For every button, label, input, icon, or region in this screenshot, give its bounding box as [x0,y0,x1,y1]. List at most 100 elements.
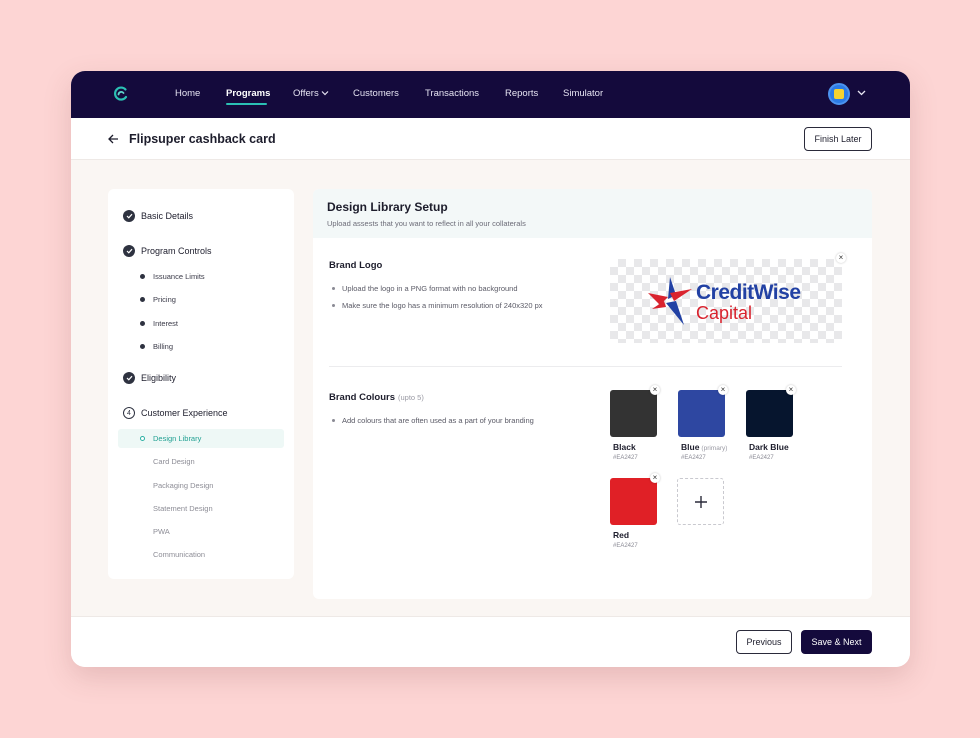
brand-colours-title: Brand Colours (upto 5) [329,392,424,403]
page-title: Flipsuper cashback card [129,132,276,146]
bullet-dot-icon [140,320,145,326]
step-program-controls[interactable]: Program Controls [123,244,212,258]
step-number-badge: 4 [123,407,135,419]
substep-card-design[interactable]: Card Design [140,455,195,467]
substep-design-library[interactable]: Design Library [140,432,201,444]
substep-packaging-design[interactable]: Packaging Design [140,479,213,491]
nav-customers[interactable]: Customers [353,88,399,99]
brand-logo-preview[interactable]: CreditWise Capital [610,259,842,343]
brand-colours-title-text: Brand Colours [329,392,395,403]
top-nav: Home Programs Offers Customers Transacti… [71,71,910,118]
substep-pwa[interactable]: PWA [140,525,170,537]
substep-label: Billing [153,341,174,351]
active-circle-icon [140,435,145,441]
substep-label: Issuance Limits [153,271,205,281]
substep-label: Statement Design [153,503,213,513]
swatch-blue[interactable] [678,390,725,437]
step-label: Eligibility [141,373,177,383]
remove-swatch-close-icon[interactable]: × [650,473,660,483]
nav-transactions[interactable]: Transactions [425,88,479,99]
plus-icon [694,495,707,508]
brand-colours-hint: (upto 5) [397,393,424,402]
step-customer-experience[interactable]: 4 Customer Experience [123,406,228,420]
bullet-dot-icon [140,506,145,511]
swatch-hex: #EA2427 [613,455,638,461]
swatch-name: Red [613,530,630,540]
bullet-dot-icon [140,529,145,534]
step-basic-details[interactable]: Basic Details [123,209,193,223]
substep-statement-design[interactable]: Statement Design [140,502,213,514]
substep-label: Interest [153,318,179,328]
finish-later-button[interactable]: Finish Later [804,127,872,151]
brand-logo-bullet: Upload the logo in a PNG format with no … [332,284,518,293]
panel-title: Design Library Setup [327,200,448,214]
design-library-panel: Design Library Setup Upload assests that… [313,189,872,599]
bullet-dot-icon [140,343,145,349]
check-circle-icon [123,210,135,222]
bullet-dot-icon [140,459,145,464]
substep-label: PWA [153,526,170,536]
panel-header: Design Library Setup Upload assests that… [313,189,872,238]
swatch-name-text: Blue [681,442,700,452]
previous-button[interactable]: Previous [736,630,792,654]
swatch-name: Black [613,442,636,452]
nav-home[interactable]: Home [175,88,200,99]
page-footer: Previous Save & Next [71,616,910,667]
nav-offers[interactable]: Offers [293,88,329,99]
swatch-name: Dark Blue [749,442,789,452]
step-label: Program Controls [141,246,212,256]
swirl-logo-icon[interactable] [112,85,130,103]
nav-programs[interactable]: Programs [226,88,270,99]
swatch-name: Blue (primary) [681,442,727,452]
substep-interest[interactable]: Interest [140,317,178,329]
remove-logo-close-icon[interactable]: × [836,253,846,263]
nav-reports[interactable]: Reports [505,88,538,99]
brand-logo-title: Brand Logo [329,260,383,271]
remove-swatch-close-icon[interactable]: × [786,385,796,395]
back-arrow-icon[interactable] [108,134,119,144]
swatch-hex: #EA2427 [749,455,774,461]
substep-communication[interactable]: Communication [140,548,205,560]
bullet-dot-icon [140,483,145,488]
panel-subtitle: Upload assests that you want to reflect … [327,219,526,228]
flipkart-avatar-icon [834,89,844,99]
logo-wordmark: CreditWise [696,281,801,304]
remove-swatch-close-icon[interactable]: × [650,385,660,395]
substep-label: Pricing [153,294,176,304]
swatch-hex: #EA2427 [681,455,706,461]
app-window: Home Programs Offers Customers Transacti… [71,71,910,667]
bullet-dot-icon [140,273,145,279]
creditwise-star-icon [648,277,692,325]
swatch-dark-blue[interactable] [746,390,793,437]
substep-label: Design Library [153,433,202,443]
substep-pricing[interactable]: Pricing [140,293,176,305]
brand-logo-bullet: Make sure the logo has a minimum resolut… [332,301,543,310]
substep-label: Card Design [153,456,195,466]
nav-active-indicator [226,103,267,105]
step-eligibility[interactable]: Eligibility [123,371,176,385]
bullet-dot-icon [140,552,145,557]
swatch-primary-hint: (primary) [701,445,728,452]
substep-label: Communication [153,549,206,559]
swatch-hex: #EA2427 [613,543,638,549]
chevron-down-icon[interactable] [857,90,866,96]
section-divider [329,366,842,367]
swatch-red[interactable] [610,478,657,525]
step-label: Basic Details [141,211,194,221]
substep-billing[interactable]: Billing [140,340,173,352]
avatar[interactable] [828,83,850,105]
add-colour-button[interactable] [677,478,724,525]
substep-issuance-limits[interactable]: Issuance Limits [140,270,205,282]
check-circle-icon [123,372,135,384]
swatch-black[interactable] [610,390,657,437]
remove-swatch-close-icon[interactable]: × [718,385,728,395]
logo-wordmark-sub: Capital [696,303,753,323]
nav-simulator[interactable]: Simulator [563,88,603,99]
check-circle-icon [123,245,135,257]
steps-sidebar: Basic Details Program Controls Issuance … [108,189,294,579]
page-header: Flipsuper cashback card Finish Later [71,118,910,160]
substep-label: Packaging Design [153,480,214,490]
step-label: Customer Experience [141,408,228,418]
chevron-down-icon [321,91,329,96]
save-and-next-button[interactable]: Save & Next [801,630,872,654]
